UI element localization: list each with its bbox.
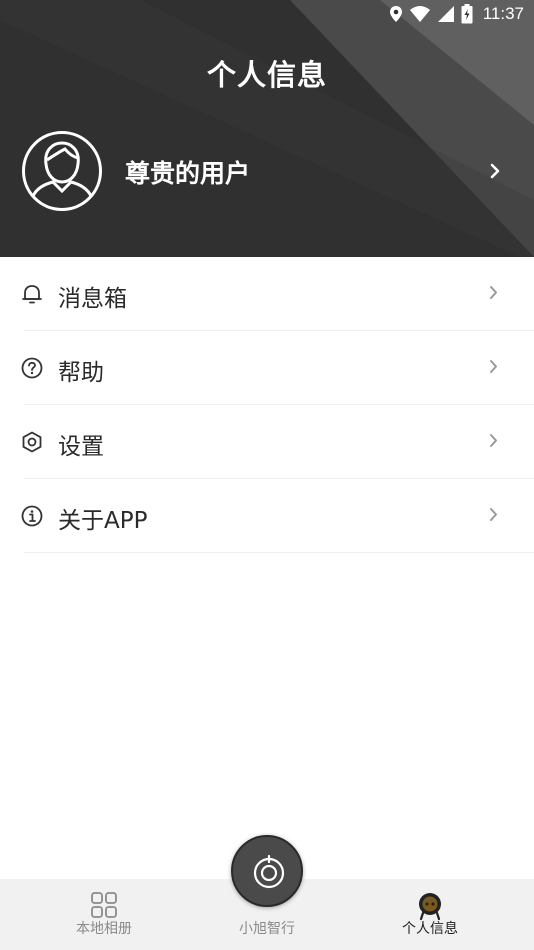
chevron-right-icon [490,360,497,373]
menu-item-about[interactable]: 关于APP [0,479,534,553]
chevron-right-icon [490,434,497,447]
bell-icon [22,285,42,304]
tab-label: 个人信息 [402,921,458,937]
tab-label: 本地相册 [76,921,132,937]
menu-item-label: 帮助 [58,360,104,386]
chevron-right-icon [490,163,500,179]
tab-profile[interactable]: 个人信息 [341,879,519,950]
camera-icon [253,854,285,889]
avatar-icon [22,131,102,211]
page-title: 个人信息 [206,58,327,92]
chevron-right-icon [490,286,497,299]
tab-local-album[interactable]: 本地相册 [15,879,193,950]
menu-item-inbox[interactable]: 消息箱 [0,257,534,331]
divider [24,552,534,553]
battery-icon [461,4,473,24]
status-time: 11:37 [482,4,524,23]
profile-header: 11:37 个人信息 尊贵的用户 [0,0,534,257]
tab-label: 小旭智行 [239,921,295,937]
robot-face-icon [419,893,441,921]
wifi-icon [409,6,430,22]
menu-item-settings[interactable]: 设置 [0,405,534,479]
signal-icon [437,6,454,22]
chevron-right-icon [490,508,497,521]
menu-item-help[interactable]: 帮助 [0,331,534,405]
menu-item-label: 关于APP [58,508,148,534]
menu-item-label: 设置 [58,434,104,460]
menu-item-label: 消息箱 [58,286,127,312]
settings-hexagon-icon [22,431,42,453]
status-bar: 11:37 [0,0,534,28]
username: 尊贵的用户 [125,159,251,188]
location-icon [389,6,402,22]
grid-icon [91,892,117,918]
profile-row[interactable]: 尊贵的用户 [0,128,534,214]
info-circle-icon [21,505,43,527]
menu-list: 消息箱 帮助 设置 关于APP [0,257,534,553]
camera-center-button[interactable] [231,835,303,907]
help-circle-icon [21,357,43,379]
